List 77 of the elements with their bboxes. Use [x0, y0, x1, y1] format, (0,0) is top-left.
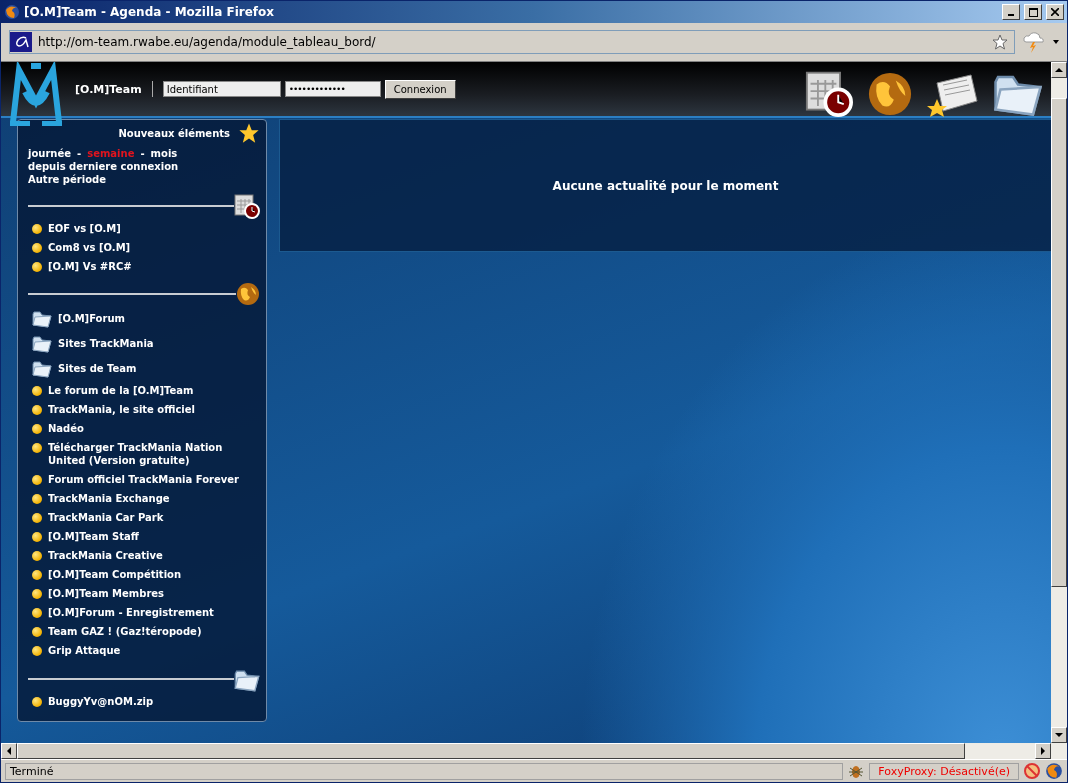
sidebar-link[interactable]: Team GAZ ! (Gaz!téropode)	[28, 622, 260, 641]
sidebar-title: Nouveaux éléments	[118, 127, 230, 139]
folder-icon	[32, 333, 52, 353]
period-link[interactable]: mois	[150, 148, 178, 159]
vertical-scrollbar[interactable]	[1051, 62, 1067, 743]
bookmark-star-icon[interactable]	[992, 34, 1008, 50]
bullet-icon	[32, 646, 42, 656]
separator-dash: -	[140, 148, 145, 159]
sidebar-link[interactable]: TrackMania Creative	[28, 546, 260, 565]
site-icon	[10, 32, 32, 52]
empty-message: Aucune actualité pour le moment	[552, 178, 779, 193]
folder-icon	[32, 358, 52, 378]
sidebar-link[interactable]: [O.M]Team Membres	[28, 584, 260, 603]
sidebar-link[interactable]: Sites TrackMania	[28, 331, 260, 356]
bullet-icon	[32, 386, 42, 396]
folder-icon	[32, 308, 52, 328]
sidebar-link[interactable]: BuggyYv@nOM.zip	[28, 692, 260, 711]
sidebar-link[interactable]: TrackMania, le site officiel	[28, 400, 260, 419]
bullet-icon	[32, 532, 42, 542]
browser-icon	[4, 4, 20, 20]
bullet-icon	[32, 494, 42, 504]
bullet-icon	[32, 551, 42, 561]
bullet-icon	[32, 513, 42, 523]
bullet-icon	[32, 262, 42, 272]
bullet-icon	[32, 589, 42, 599]
sidebar-link[interactable]: [O.M]Team Compétition	[28, 565, 260, 584]
sidebar-link[interactable]: [O.M]Forum	[28, 306, 260, 331]
bullet-icon	[32, 224, 42, 234]
horizontal-scrollbar[interactable]	[1, 743, 1067, 759]
address-field[interactable]: http://om-team.rwabe.eu/agenda/module_tableau_bord/	[9, 30, 1015, 54]
bullet-icon	[32, 443, 42, 453]
globe-icon[interactable]	[867, 71, 913, 117]
maximize-icon	[1028, 7, 1038, 17]
bullet-icon	[32, 475, 42, 485]
sidebar-link[interactable]: Grip Attaque	[28, 641, 260, 660]
sidebar-link[interactable]: [O.M]Forum - Enregistrement	[28, 603, 260, 622]
bullet-icon	[32, 405, 42, 415]
calendar-clock-icon[interactable]	[805, 69, 853, 117]
blocked-icon[interactable]	[1023, 762, 1041, 780]
period-link[interactable]: depuis derniere connexion	[28, 161, 260, 172]
close-icon	[1051, 8, 1059, 16]
arrow-icon	[1055, 66, 1063, 74]
sidebar-link[interactable]: TrackMania Car Park	[28, 508, 260, 527]
status-text: Terminé	[5, 762, 844, 780]
sidebar-link[interactable]: Nadéo	[28, 419, 260, 438]
close-button[interactable]	[1046, 4, 1064, 20]
browser-icon[interactable]	[1045, 762, 1063, 780]
separator-dash: -	[77, 148, 82, 159]
bullet-icon	[32, 627, 42, 637]
bullet-icon	[32, 243, 42, 253]
username-field[interactable]: Identifiant	[162, 81, 281, 97]
period-link[interactable]: journée	[28, 148, 72, 159]
arrow-icon	[5, 747, 13, 755]
password-field[interactable]: •••••••••••••	[284, 81, 381, 97]
calendar-clock-icon	[234, 193, 260, 219]
bullet-icon	[32, 570, 42, 580]
sidebar-link[interactable]: Forum officiel TrackMania Forever	[28, 470, 260, 489]
login-button[interactable]: Connexion	[384, 79, 456, 99]
bullet-icon	[32, 424, 42, 434]
sidebar-link[interactable]: Sites de Team	[28, 356, 260, 381]
window-title: [O.M]Team - Agenda - Mozilla Firefox	[24, 5, 275, 19]
site-name: [O.M]Team	[75, 82, 142, 96]
minimize-button[interactable]	[1002, 4, 1020, 20]
sidebar-link[interactable]: EOF vs [O.M]	[28, 219, 260, 238]
sidebar-link[interactable]: TrackMania Exchange	[28, 489, 260, 508]
sidebar-link[interactable]: Télécharger TrackMania Nation United (Version gratuite)	[28, 438, 260, 470]
globe-icon	[236, 282, 260, 306]
sidebar-link[interactable]: Com8 vs [O.M]	[28, 238, 260, 257]
bullet-icon	[32, 697, 42, 707]
sidebar-link[interactable]: [O.M] Vs #RC#	[28, 257, 260, 276]
sidebar-link[interactable]: [O.M]Team Staff	[28, 527, 260, 546]
dropdown-caret-icon[interactable]	[1053, 40, 1059, 44]
maximize-button[interactable]	[1024, 4, 1042, 20]
bullet-icon	[32, 608, 42, 618]
sidebar-link[interactable]: Le forum de la [O.M]Team	[28, 381, 260, 400]
period-link[interactable]: Autre période	[28, 174, 260, 185]
star-icon	[238, 122, 260, 144]
